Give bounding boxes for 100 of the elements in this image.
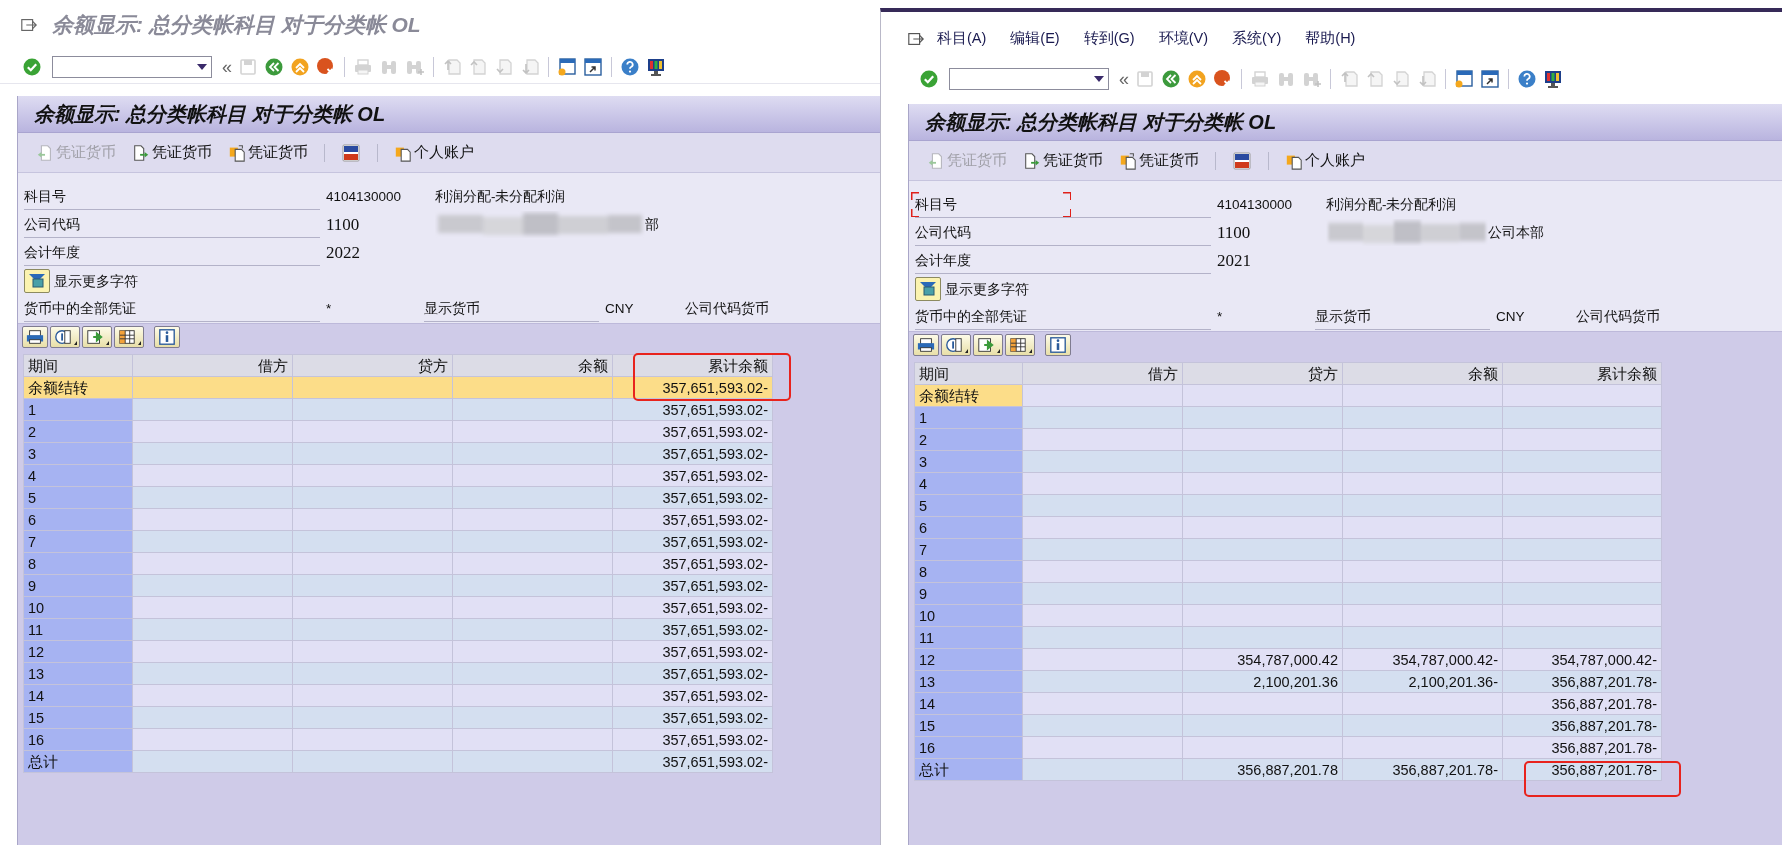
menu-item[interactable]: 系统(Y) bbox=[1219, 28, 1294, 50]
column-header[interactable]: 累计余额 bbox=[1502, 362, 1662, 385]
export-icon bbox=[85, 327, 105, 346]
column-header[interactable]: 余额 bbox=[452, 354, 613, 377]
layout-button[interactable] bbox=[1005, 333, 1035, 356]
field-value: CNY bbox=[605, 299, 635, 318]
last-page-icon bbox=[520, 56, 540, 77]
field-description: 利润分配-未分配利润 bbox=[435, 187, 566, 206]
layout-button[interactable] bbox=[114, 325, 144, 348]
command-field[interactable] bbox=[949, 68, 1109, 90]
print-icon bbox=[1250, 69, 1270, 89]
column-header[interactable]: 期间 bbox=[914, 362, 1023, 385]
table-cell: 2,100,201.36 bbox=[1182, 670, 1343, 693]
export-button[interactable] bbox=[973, 333, 1003, 356]
toolbar-button[interactable] bbox=[583, 56, 603, 77]
save-icon bbox=[238, 56, 258, 77]
column-header[interactable]: 累计余额 bbox=[612, 354, 773, 377]
more-characters-button[interactable] bbox=[24, 269, 50, 293]
document-arrow-icon bbox=[132, 143, 150, 162]
table-cell: 13 bbox=[23, 662, 133, 685]
dropdown-icon bbox=[1094, 76, 1104, 82]
document-arrow-icon bbox=[1023, 151, 1041, 170]
table-cell: 357,651,593.02- bbox=[612, 750, 773, 773]
export-button[interactable] bbox=[82, 325, 112, 348]
screen-title: 余额显示: 总分类帐科目 对于分类帐 OL bbox=[34, 102, 386, 127]
table-cell: 15 bbox=[23, 706, 133, 729]
field-value: * bbox=[326, 299, 333, 318]
previous-page-icon bbox=[468, 56, 488, 77]
table-cell: 5 bbox=[914, 494, 1023, 517]
details-button[interactable] bbox=[50, 325, 80, 348]
table-cell: 357,651,593.02- bbox=[612, 530, 773, 553]
info-button[interactable] bbox=[154, 325, 180, 348]
menu-item[interactable]: 帮助(H) bbox=[1293, 28, 1368, 50]
table-cell: 11 bbox=[914, 626, 1023, 649]
window-title: 余额显示: 总分类帐科目 对于分类帐 OL bbox=[52, 12, 421, 39]
field-label: 公司代码 bbox=[24, 215, 81, 234]
table-cell: 357,651,593.02- bbox=[612, 684, 773, 707]
toolbar-button[interactable] bbox=[557, 56, 577, 77]
documents-icon bbox=[1119, 151, 1137, 170]
export-icon bbox=[976, 335, 996, 354]
toolbar-button[interactable] bbox=[1480, 69, 1500, 89]
toolbar-button[interactable]: 个人账户 bbox=[394, 141, 474, 164]
field-value: 2022 bbox=[326, 242, 361, 265]
info-button[interactable] bbox=[1045, 333, 1071, 356]
column-header[interactable]: 借方 bbox=[132, 354, 293, 377]
column-header[interactable]: 期间 bbox=[23, 354, 133, 377]
toolbar-button[interactable] bbox=[620, 56, 640, 77]
table-cell: 余额结转 bbox=[914, 384, 1023, 407]
toolbar-button[interactable]: 凭证货币 bbox=[132, 141, 212, 164]
field-label: 显示货币 bbox=[424, 299, 481, 318]
command-field[interactable] bbox=[52, 55, 212, 78]
table-cell: 8 bbox=[23, 552, 133, 575]
field-label: 科目号 bbox=[24, 187, 67, 206]
toolbar-button[interactable]: 凭证货币 bbox=[228, 141, 308, 164]
print-button[interactable] bbox=[22, 325, 48, 348]
column-header[interactable]: 余额 bbox=[1342, 362, 1503, 385]
field-label: 会计年度 bbox=[915, 251, 972, 270]
toolbar-button[interactable]: 凭证货币 bbox=[1023, 149, 1103, 172]
menu-item[interactable]: 环境(V) bbox=[1146, 28, 1220, 50]
menu-item[interactable]: 转到(G) bbox=[1071, 28, 1147, 50]
table-cell: 12 bbox=[914, 648, 1023, 671]
toolbar-button[interactable] bbox=[1543, 69, 1563, 89]
exit-arrow-icon bbox=[907, 30, 925, 48]
new-window-icon bbox=[1454, 69, 1474, 89]
table-cell: 357,651,593.02- bbox=[612, 508, 773, 531]
exit-arrow-icon bbox=[20, 16, 38, 34]
print-icon bbox=[353, 56, 373, 77]
toolbar-button[interactable] bbox=[1517, 69, 1537, 89]
dropdown-icon bbox=[197, 63, 207, 70]
toolbar-button[interactable] bbox=[1454, 69, 1474, 89]
column-header[interactable]: 借方 bbox=[1022, 362, 1183, 385]
toolbar-button[interactable] bbox=[646, 56, 666, 77]
table-cell: 9 bbox=[914, 582, 1023, 605]
collapse-button[interactable]: « bbox=[222, 57, 232, 76]
column-header[interactable]: 贷方 bbox=[1182, 362, 1343, 385]
more-characters-button[interactable] bbox=[915, 277, 941, 301]
table-cell: 10 bbox=[23, 596, 133, 619]
field-description: 利润分配-未分配利润 bbox=[1326, 195, 1457, 214]
layout-icon bbox=[117, 327, 137, 346]
toolbar-button[interactable]: 凭证货币 bbox=[1119, 149, 1199, 172]
menu-item[interactable]: 科目(A) bbox=[925, 28, 999, 50]
back-icon bbox=[1161, 69, 1181, 89]
table-cell: 2 bbox=[914, 428, 1023, 451]
field-value: 2021 bbox=[1217, 250, 1252, 273]
details-button[interactable] bbox=[941, 333, 971, 356]
currency-button[interactable] bbox=[341, 142, 361, 163]
toolbar-button[interactable]: 个人账户 bbox=[1285, 149, 1365, 172]
menu-item[interactable]: 编辑(E) bbox=[998, 28, 1072, 50]
field-value: 公司代码货币 bbox=[685, 299, 770, 318]
print-button[interactable] bbox=[913, 333, 939, 356]
more-characters-label: 显示更多字符 bbox=[54, 271, 138, 291]
print-icon bbox=[25, 327, 45, 346]
check-icon bbox=[22, 56, 42, 77]
table-cell: 357,651,593.02- bbox=[612, 618, 773, 641]
table-cell: 357,651,593.02- bbox=[612, 442, 773, 465]
table-cell: 356,887,201.78- bbox=[1502, 714, 1662, 737]
details-icon bbox=[53, 327, 73, 346]
column-header[interactable]: 贷方 bbox=[292, 354, 453, 377]
collapse-button[interactable]: « bbox=[1119, 70, 1129, 88]
currency-button[interactable] bbox=[1232, 150, 1252, 171]
